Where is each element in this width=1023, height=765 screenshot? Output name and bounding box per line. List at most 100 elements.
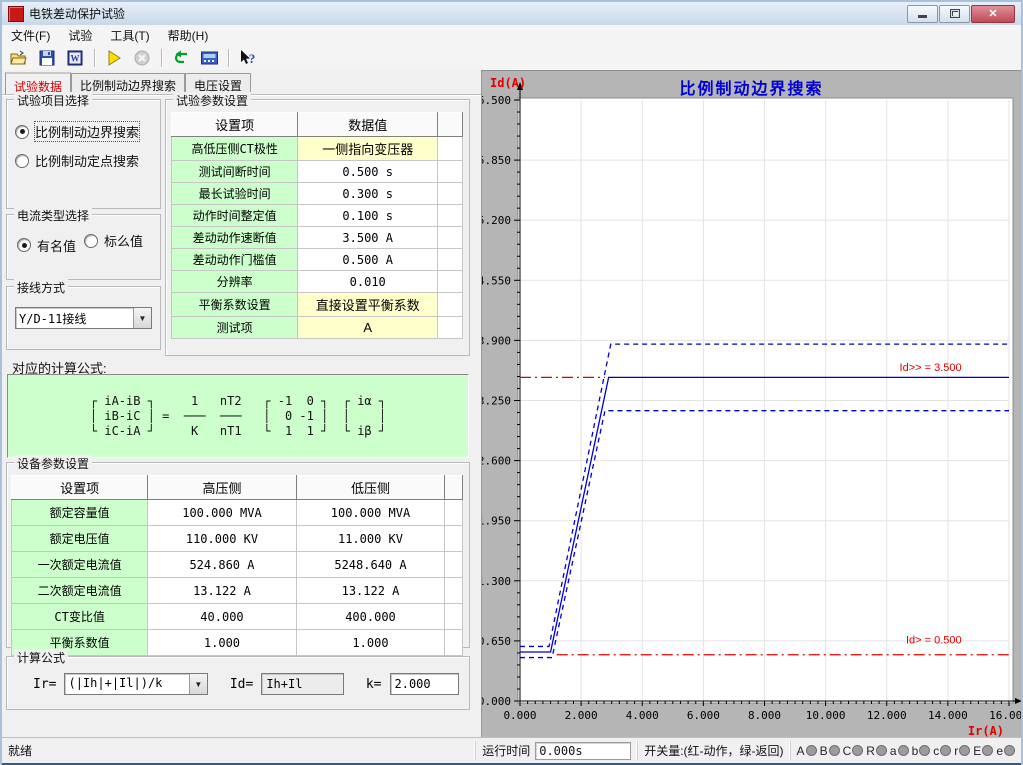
led-letter: b: [912, 744, 919, 758]
radio-option[interactable]: 比例制动边界搜索: [15, 122, 152, 141]
ir-formula-combobox[interactable]: (|Ih|+|Il|)/k ▼: [64, 673, 207, 695]
setting-name-cell: 测试间断时间: [172, 161, 298, 183]
low-side-value-cell[interactable]: 5248.640 A: [296, 552, 445, 578]
titlebar: 电铁差动保护试验 ✕: [2, 2, 1021, 26]
chevron-down-icon[interactable]: ▼: [133, 308, 151, 328]
setting-value-cell[interactable]: 0.010: [298, 271, 438, 293]
instrument-button[interactable]: [196, 46, 222, 70]
led-letter: a: [890, 744, 897, 758]
radio-button-icon[interactable]: [17, 238, 31, 252]
radio-button-icon[interactable]: [15, 125, 29, 139]
menu-tools[interactable]: 工具(T): [101, 25, 158, 46]
table-row: CT变比值40.000400.000: [12, 604, 463, 630]
tab-voltage-settings[interactable]: 电压设置: [185, 73, 251, 93]
high-side-value-cell[interactable]: 110.000 KV: [148, 526, 297, 552]
context-help-button[interactable]: ?: [235, 46, 261, 70]
setting-name-cell: CT变比值: [12, 604, 148, 630]
stop-icon: [134, 50, 150, 66]
menu-help[interactable]: 帮助(H): [159, 25, 218, 46]
table-row: 高低压侧CT极性一侧指向变压器: [172, 137, 463, 161]
setting-value-cell[interactable]: 0.300 s: [298, 183, 438, 205]
setting-name-cell: 平衡系数设置: [172, 293, 298, 317]
undo-button[interactable]: [168, 46, 194, 70]
open-button[interactable]: [6, 46, 32, 70]
setting-value-cell[interactable]: 0.500 A: [298, 249, 438, 271]
k-value-input[interactable]: 2.000: [390, 673, 460, 695]
svg-text:2.600: 2.600: [482, 455, 511, 468]
tab-test-data[interactable]: 试验数据: [5, 72, 71, 94]
switch-leds: ABCRabcrEe: [790, 741, 1021, 760]
id-label: Id=: [230, 677, 253, 692]
svg-text:Ir(A): Ir(A): [968, 724, 1004, 738]
led-indicator-icon: [898, 745, 909, 756]
runtime-value-field: 0.000s: [535, 742, 631, 760]
low-side-value-cell[interactable]: 400.000: [296, 604, 445, 630]
table-row: 分辨率0.010: [172, 271, 463, 293]
high-side-value-cell[interactable]: 100.000 MVA: [148, 500, 297, 526]
setting-value-cell[interactable]: 3.500 A: [298, 227, 438, 249]
test-item-group: 试验项目选择 比例制动边界搜索比例制动定点搜索: [6, 99, 161, 209]
high-side-value-cell[interactable]: 1.000: [148, 630, 297, 656]
svg-text:0.650: 0.650: [482, 635, 511, 648]
tab-ratio-boundary-search[interactable]: 比例制动边界搜索: [71, 73, 185, 93]
radio-option[interactable]: 有名值: [17, 236, 76, 255]
setting-value-cell[interactable]: 0.100 s: [298, 205, 438, 227]
radio-button-icon[interactable]: [84, 234, 98, 248]
setting-name-cell: 二次额定电流值: [12, 578, 148, 604]
table-row: 额定容量值100.000 MVA100.000 MVA: [12, 500, 463, 526]
empty-cell: [438, 161, 463, 183]
setting-value-cell[interactable]: 一侧指向变压器: [298, 137, 438, 161]
led-letter: A: [797, 744, 805, 758]
wiring-selected-value: Y/D-11接线: [16, 308, 133, 328]
svg-text:4.000: 4.000: [626, 709, 659, 722]
table-row: 测试间断时间0.500 s: [172, 161, 463, 183]
table-row: 最长试验时间0.300 s: [172, 183, 463, 205]
menu-test[interactable]: 试验: [59, 25, 101, 46]
ir-label: Ir=: [33, 677, 56, 692]
radio-option[interactable]: 标么值: [84, 231, 143, 250]
switch-led-r: r: [954, 744, 970, 758]
chevron-down-icon[interactable]: ▼: [189, 674, 207, 694]
menu-file[interactable]: 文件(F): [2, 25, 59, 46]
maximize-button[interactable]: [939, 5, 970, 23]
switch-led-A: A: [797, 744, 817, 758]
stop-test-button[interactable]: [129, 46, 155, 70]
low-side-value-cell[interactable]: 100.000 MVA: [296, 500, 445, 526]
setting-name-cell: 动作时间整定值: [172, 205, 298, 227]
minimize-button[interactable]: [907, 5, 938, 23]
toolbar-separator: [228, 49, 229, 67]
wiring-combobox[interactable]: Y/D-11接线 ▼: [15, 307, 152, 329]
setting-name-cell: 差动动作速断值: [172, 227, 298, 249]
radio-option[interactable]: 比例制动定点搜索: [15, 151, 152, 170]
switch-led-C: C: [843, 744, 864, 758]
group-title: 试验参数设置: [173, 92, 251, 109]
low-side-value-cell[interactable]: 13.122 A: [296, 578, 445, 604]
low-side-value-cell[interactable]: 1.000: [296, 630, 445, 656]
high-side-value-cell[interactable]: 40.000: [148, 604, 297, 630]
save-button[interactable]: [34, 46, 60, 70]
run-test-button[interactable]: [101, 46, 127, 70]
toolbar-separator: [94, 49, 95, 67]
runtime-label: 运行时间: [482, 742, 530, 759]
empty-cell: [445, 630, 463, 656]
svg-text:14.000: 14.000: [928, 709, 968, 722]
help-cursor-icon: ?: [239, 50, 257, 66]
svg-text:0.000: 0.000: [503, 709, 536, 722]
setting-value-cell[interactable]: 0.500 s: [298, 161, 438, 183]
params-table-header: 设置项数据值: [172, 113, 463, 137]
app-icon: [8, 6, 24, 22]
low-side-value-cell[interactable]: 11.000 KV: [296, 526, 445, 552]
switch-led-c: c: [933, 744, 951, 758]
column-header: 高压侧: [148, 476, 297, 500]
export-word-button[interactable]: W: [62, 46, 88, 70]
high-side-value-cell[interactable]: 524.860 A: [148, 552, 297, 578]
switch-led-B: B: [820, 744, 840, 758]
close-button[interactable]: ✕: [971, 5, 1015, 23]
svg-text:1.950: 1.950: [482, 515, 511, 528]
radio-label: 有名值: [37, 236, 76, 255]
undo-arrow-icon: [173, 50, 190, 65]
high-side-value-cell[interactable]: 13.122 A: [148, 578, 297, 604]
setting-value-cell[interactable]: 直接设置平衡系数: [298, 293, 438, 317]
setting-value-cell[interactable]: A: [298, 317, 438, 339]
radio-button-icon[interactable]: [15, 154, 29, 168]
